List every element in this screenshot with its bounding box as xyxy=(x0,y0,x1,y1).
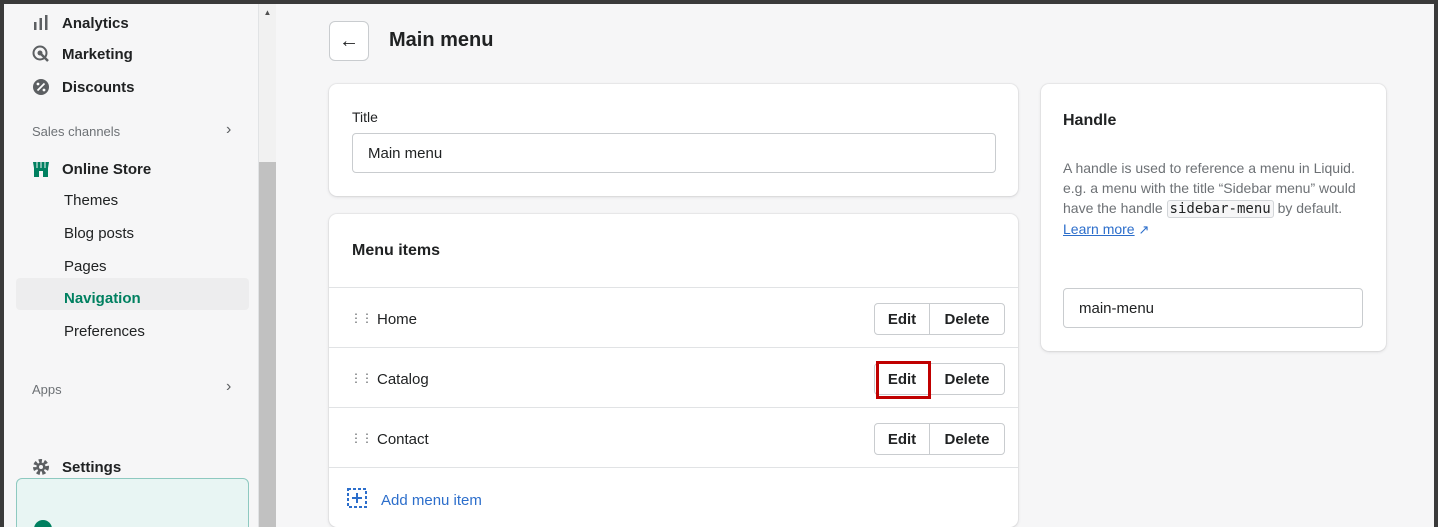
handle-input[interactable] xyxy=(1063,288,1363,328)
menu-item-label-home: Home xyxy=(377,311,418,328)
menu-item-actions: Edit Delete xyxy=(874,423,1005,455)
add-menu-item-label: Add menu item xyxy=(381,491,482,509)
sidebar-item-settings[interactable]: Settings xyxy=(32,454,121,480)
sidebar-scrollbar-thumb[interactable] xyxy=(259,162,276,527)
edit-button[interactable]: Edit xyxy=(875,304,930,334)
scroll-up-arrow-icon[interactable]: ▲ xyxy=(259,6,276,20)
divider xyxy=(329,347,1018,348)
delete-button[interactable]: Delete xyxy=(930,424,1004,454)
menu-item-actions: Edit Delete xyxy=(874,363,1005,395)
edit-button[interactable]: Edit xyxy=(875,364,930,394)
gear-icon xyxy=(32,458,50,476)
drag-handle-icon[interactable]: ⋮⋮ xyxy=(350,311,373,325)
plus-square-icon xyxy=(347,488,367,512)
back-button[interactable]: ← xyxy=(329,21,369,61)
sidebar-item-label: Analytics xyxy=(62,14,129,32)
delete-button[interactable]: Delete xyxy=(930,364,1004,394)
drag-handle-icon[interactable]: ⋮⋮ xyxy=(350,371,373,385)
divider xyxy=(329,407,1018,408)
divider xyxy=(329,287,1018,288)
menu-item-label-catalog: Catalog xyxy=(377,371,429,388)
menu-items-heading: Menu items xyxy=(352,242,441,259)
divider xyxy=(329,467,1018,468)
delete-button[interactable]: Delete xyxy=(930,304,1004,334)
sidebar-subitem-themes[interactable]: Themes xyxy=(64,187,118,213)
sidebar-item-analytics[interactable]: Analytics xyxy=(32,10,129,36)
sidebar-item-online-store[interactable]: Online Store xyxy=(32,156,151,182)
sidebar-item-label: Marketing xyxy=(62,45,133,63)
handle-title: Handle xyxy=(1063,112,1117,129)
handle-code-example: sidebar-menu xyxy=(1166,200,1274,218)
arrow-left-icon: ← xyxy=(339,29,359,52)
handle-desc-text: by default. xyxy=(1273,200,1343,216)
sidebar: Analytics Marketing Discounts Sales chan… xyxy=(4,4,259,527)
external-link-icon[interactable]: ↗ xyxy=(1138,222,1149,237)
chevron-right-icon[interactable]: › xyxy=(226,378,231,396)
apps-label[interactable]: Apps xyxy=(32,382,62,397)
sidebar-item-label: Online Store xyxy=(62,160,152,178)
sales-channels-label: Sales channels xyxy=(32,124,121,139)
menu-item-actions: Edit Delete xyxy=(874,303,1005,335)
promo-banner[interactable] xyxy=(16,478,249,527)
chevron-right-icon[interactable]: › xyxy=(226,121,231,139)
sidebar-subitem-blog-posts[interactable]: Blog posts xyxy=(64,220,134,246)
sidebar-subitem-preferences[interactable]: Preferences xyxy=(64,318,145,344)
target-icon xyxy=(32,45,50,63)
sidebar-item-label: Settings xyxy=(62,458,122,476)
sidebar-item-label: Discounts xyxy=(62,78,135,96)
page-title: Main menu xyxy=(389,29,494,51)
sidebar-subitem-navigation[interactable]: Navigation xyxy=(64,285,141,311)
sidebar-subitem-pages[interactable]: Pages xyxy=(64,253,107,279)
drag-handle-icon[interactable]: ⋮⋮ xyxy=(350,431,373,445)
menu-item-label-contact: Contact xyxy=(377,431,429,448)
title-field-label: Title xyxy=(352,109,378,125)
title-input[interactable] xyxy=(352,133,996,173)
discount-icon xyxy=(32,78,50,96)
sidebar-item-marketing[interactable]: Marketing xyxy=(32,41,133,67)
learn-more-link[interactable]: Learn more xyxy=(1063,221,1135,237)
handle-description: A handle is used to reference a menu in … xyxy=(1063,158,1359,240)
sidebar-item-discounts[interactable]: Discounts xyxy=(32,74,135,100)
add-menu-item-button[interactable]: Add menu item xyxy=(347,488,482,512)
bar-chart-icon xyxy=(32,14,50,32)
edit-button[interactable]: Edit xyxy=(875,424,930,454)
store-icon xyxy=(32,160,50,178)
